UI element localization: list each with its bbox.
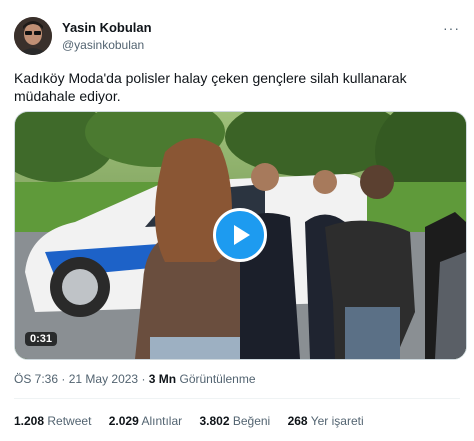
likes-stat[interactable]: 3.802 Beğeni: [199, 414, 270, 428]
likes-label: Beğeni: [232, 414, 271, 428]
author-avatar[interactable]: [14, 17, 52, 55]
meta-separator: ·: [61, 372, 69, 386]
likes-count: 3.802: [199, 414, 230, 428]
tweet-stats: 1.208 Retweet 2.029 Alıntılar 3.802 Beğe…: [14, 414, 378, 428]
quotes-count: 2.029: [108, 414, 139, 428]
quotes-label: Alıntılar: [141, 414, 183, 428]
bookmarks-count: 268: [287, 414, 308, 428]
play-button[interactable]: [213, 208, 267, 262]
views-label: Görüntülenme: [179, 372, 256, 386]
author-handle[interactable]: @yasinkobulan: [62, 38, 144, 52]
author-name[interactable]: Yasin Kobulan: [62, 20, 152, 35]
tweet-date[interactable]: 21 May 2023: [69, 372, 138, 386]
more-icon[interactable]: ···: [443, 20, 460, 36]
quotes-stat[interactable]: 2.029 Alıntılar: [109, 414, 182, 428]
play-icon: [234, 225, 250, 245]
divider: [14, 398, 460, 399]
video-duration: 0:31: [25, 332, 58, 346]
retweets-count: 1.208: [14, 414, 45, 428]
views-count: 3 Mn: [148, 372, 177, 386]
meta-separator: ·: [141, 372, 149, 386]
tweet-video[interactable]: 0:31: [14, 111, 467, 360]
avatar-image: [14, 17, 52, 55]
tweet-time[interactable]: ÖS 7:36: [14, 372, 58, 386]
bookmarks-label: Yer işareti: [310, 414, 364, 428]
tweet-text: Kadıköy Moda'da polisler halay çeken gen…: [14, 70, 407, 104]
bookmarks-stat[interactable]: 268 Yer işareti: [288, 414, 364, 428]
tweet-meta: ÖS 7:36 · 21 May 2023 · 3 Mn Görüntülenm…: [14, 372, 256, 386]
retweets-label: Retweet: [47, 414, 92, 428]
retweets-stat[interactable]: 1.208 Retweet: [14, 414, 91, 428]
